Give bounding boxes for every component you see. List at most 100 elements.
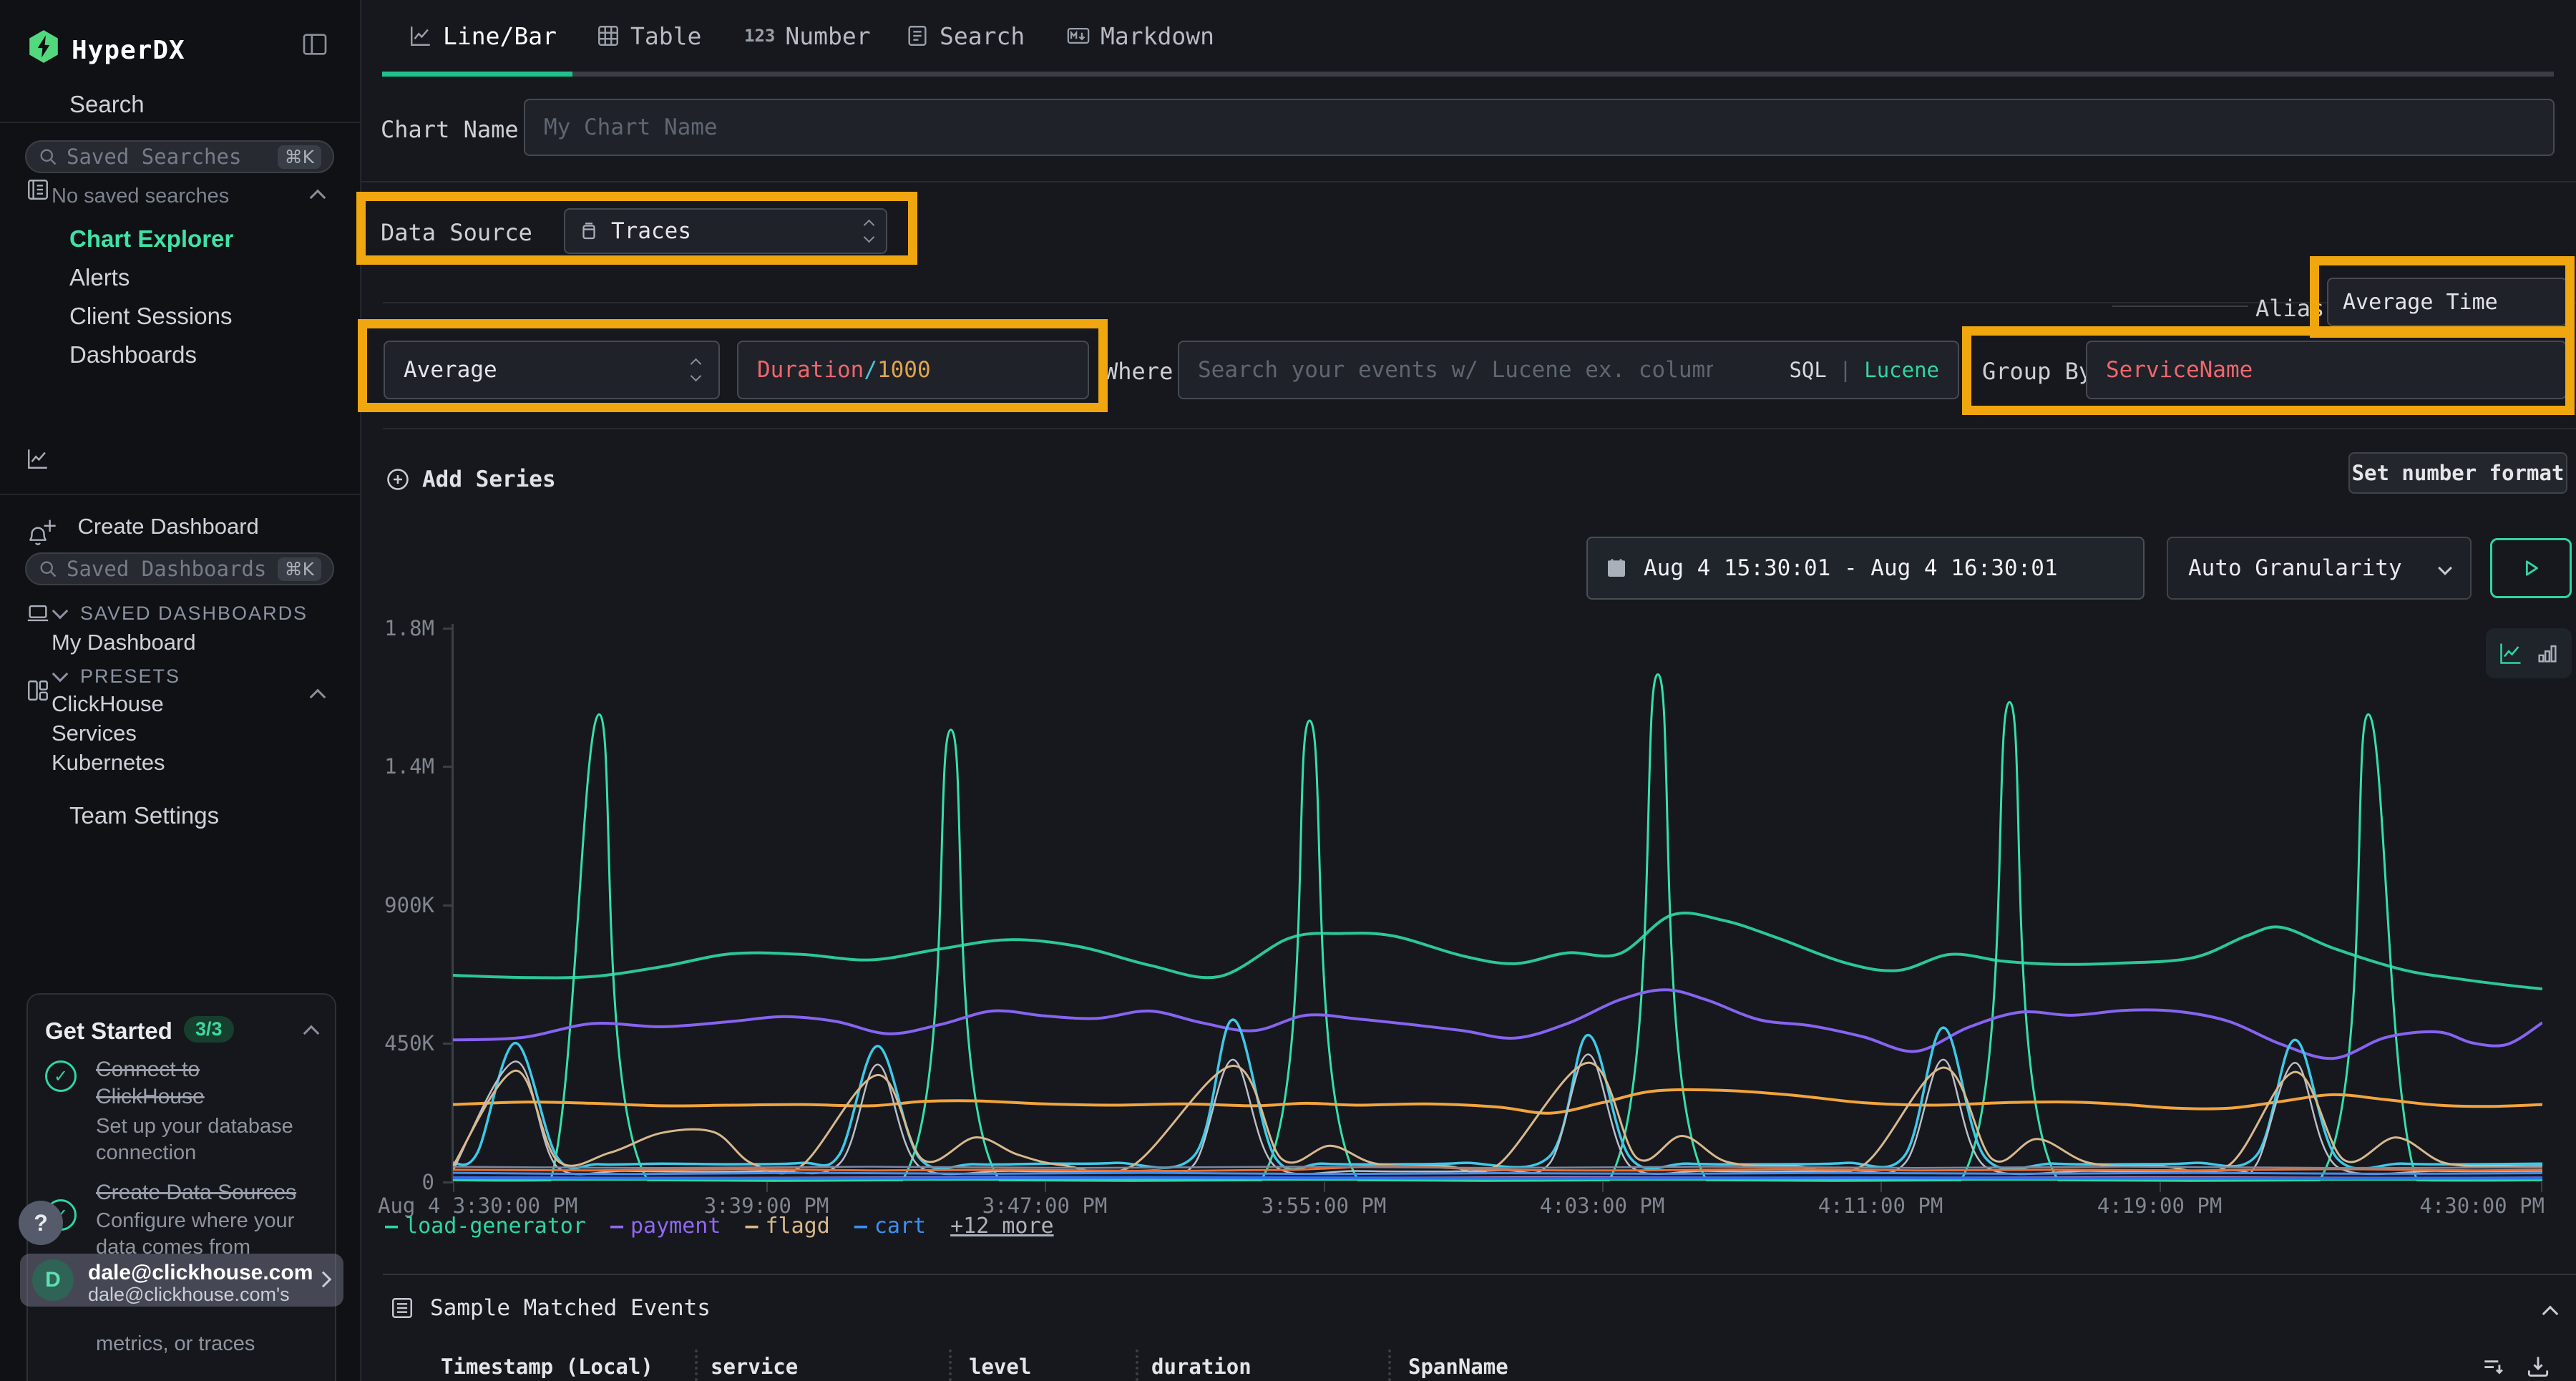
tab-line-bar[interactable]: Line/Bar (409, 0, 557, 72)
x-axis-label: 4:11:00 PM (1818, 1194, 1943, 1218)
presets-group-label[interactable]: PRESETS (80, 665, 180, 688)
collapse-section-icon[interactable] (2542, 1306, 2559, 1322)
series-load-generator (453, 913, 2542, 989)
sql-option[interactable]: SQL (1789, 358, 1826, 382)
column-header-duration[interactable]: duration (1151, 1355, 1252, 1379)
sidebar-item-alerts[interactable]: Alerts (0, 258, 361, 298)
add-series-button[interactable]: Add Series (385, 467, 556, 492)
column-header-timestamp[interactable]: Timestamp (Local) (441, 1355, 653, 1379)
search-icon (38, 147, 58, 167)
brand-row: HyperDX (0, 0, 361, 82)
column-separator[interactable] (1388, 1350, 1391, 1381)
chart-svg[interactable] (453, 628, 2542, 1182)
legend-label: flagd (766, 1214, 830, 1239)
get-started-progress-badge: 3/3 (184, 1016, 234, 1043)
chart-name-field[interactable] (524, 99, 2555, 156)
user-menu[interactable]: D dale@clickhouse.com dale@clickhouse.co… (20, 1254, 343, 1307)
where-field[interactable]: SQL | Lucene (1178, 341, 1959, 399)
view-tabs: Line/Bar Table 123 Number Search Markdow… (361, 0, 2576, 86)
chevron-down-icon[interactable] (52, 666, 69, 683)
sidebar-item-chart-explorer[interactable]: Chart Explorer (0, 219, 361, 259)
y-tick (443, 628, 452, 630)
data-source-label: Data Source (381, 219, 532, 246)
column-separator[interactable] (1136, 1350, 1138, 1381)
set-number-format-button[interactable]: Set number format (2348, 452, 2567, 494)
granularity-select[interactable]: Auto Granularity (2167, 537, 2472, 600)
run-query-button[interactable] (2490, 538, 2572, 598)
sidebar-item-services[interactable]: Services (52, 721, 137, 746)
sidebar-item-clickhouse[interactable]: ClickHouse (52, 691, 164, 717)
sidebar-item-client-sessions[interactable]: Client Sessions (0, 296, 361, 336)
saved-dashboards-group-label[interactable]: SAVED DASHBOARDS (80, 602, 308, 625)
saved-searches-input[interactable]: Saved Searches ⌘K (25, 140, 334, 173)
alias-connector-line (2112, 306, 2248, 307)
x-tick (1602, 1182, 1604, 1192)
legend-item-cart[interactable]: —cart (854, 1214, 926, 1239)
legend-label: load-generator (405, 1214, 586, 1239)
hyperdx-logo-icon (26, 29, 62, 64)
legend-item-payment[interactable]: — payment (610, 1214, 721, 1239)
get-started-item-title: Connect to ClickHouse (96, 1056, 268, 1111)
x-axis-label: 3:55:00 PM (1262, 1194, 1387, 1218)
sidebar-item-label: Alerts (69, 264, 130, 291)
alias-field[interactable]: Average Time (2327, 278, 2567, 326)
table-options-icon[interactable] (2480, 1352, 2507, 1380)
series-payment (453, 990, 2542, 1058)
chevron-up-icon[interactable] (303, 1025, 320, 1042)
sidebar-item-my-dashboard[interactable]: My Dashboard (52, 630, 196, 655)
data-source-select[interactable]: Traces (564, 208, 887, 254)
x-axis-label: 4:19:00 PM (2097, 1194, 2223, 1218)
legend-item-load-generator[interactable]: —load-generator (385, 1214, 586, 1239)
sidebar-item-label: Dashboards (69, 341, 197, 369)
create-dashboard-button[interactable]: + Create Dashboard (43, 512, 259, 540)
line-chart-icon (409, 24, 433, 48)
where-input[interactable] (1198, 357, 1713, 383)
field-name: Duration (757, 357, 864, 383)
avatar: D (32, 1259, 74, 1301)
saved-dashboards-input[interactable]: Saved Dashboards ⌘K (25, 552, 334, 585)
help-button[interactable]: ? (19, 1201, 63, 1245)
group-by-field[interactable]: ServiceName (2086, 341, 2567, 399)
field-expression-input[interactable]: Duration/1000 (737, 341, 1089, 399)
sidebar-item-kubernetes[interactable]: Kubernetes (52, 750, 165, 776)
alias-label: Alias (2255, 295, 2324, 322)
tab-search[interactable]: Search (905, 0, 1025, 72)
column-header-level[interactable]: level (969, 1355, 1031, 1379)
sidebar-item-dashboards[interactable]: Dashboards (0, 335, 361, 375)
chart-name-input[interactable] (544, 114, 2534, 140)
series-flagd (453, 1063, 2542, 1173)
tab-markdown[interactable]: Markdown (1066, 0, 1214, 72)
aggregation-select[interactable]: Average (384, 341, 720, 399)
x-axis-label: 4:30:00 PM (2419, 1194, 2545, 1218)
x-tick (1045, 1182, 1046, 1192)
sidebar-item-team-settings[interactable]: Team Settings (0, 796, 361, 836)
sidebar-item-search[interactable]: Search (0, 84, 361, 125)
chevron-down-icon[interactable] (52, 603, 69, 620)
legend-label: payment (630, 1214, 721, 1239)
series-cyan-spikes (453, 1020, 2542, 1169)
get-started-item-desc: Configure where your data comes from (96, 1208, 296, 1261)
tab-number[interactable]: 123 Number (744, 0, 871, 72)
tab-table[interactable]: Table (596, 0, 701, 72)
download-icon[interactable] (2524, 1352, 2552, 1380)
saved-searches-placeholder: Saved Searches (67, 145, 278, 169)
lucene-option[interactable]: Lucene (1864, 358, 1939, 382)
column-header-service[interactable]: service (711, 1355, 798, 1379)
time-range-picker[interactable]: Aug 4 15:30:01 - Aug 4 16:30:01 (1586, 537, 2145, 600)
legend-swatch: — (610, 1214, 623, 1239)
sidebar: HyperDX Search Saved Searches ⌘K No save… (0, 0, 361, 1381)
tab-active-underline (382, 72, 572, 77)
divider (383, 428, 2576, 429)
column-separator[interactable] (695, 1350, 698, 1381)
legend-item-flagd[interactable]: —flagd (745, 1214, 829, 1239)
series-gray-spikes (453, 1054, 2542, 1174)
sample-events-header[interactable]: Sample Matched Events (390, 1295, 711, 1321)
column-separator[interactable] (949, 1350, 952, 1381)
legend-more-link[interactable]: +12 more (950, 1214, 1054, 1239)
granularity-value: Auto Granularity (2188, 555, 2402, 581)
sidebar-collapse-icon[interactable] (301, 30, 329, 59)
column-header-spanname[interactable]: SpanName (1408, 1355, 1508, 1379)
get-started-item-title: Create Data Sources (96, 1179, 339, 1206)
query-language-toggle[interactable]: SQL | Lucene (1789, 358, 1939, 382)
search-icon (38, 559, 58, 579)
